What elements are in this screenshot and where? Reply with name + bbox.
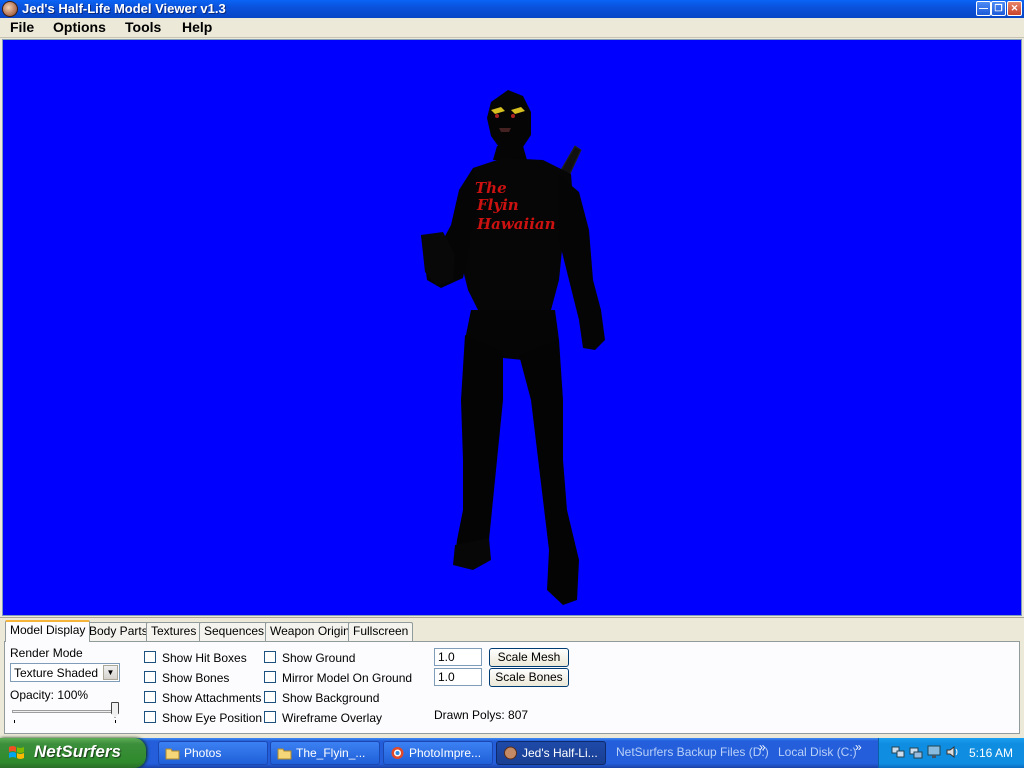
system-tray: 5:16 AM: [878, 738, 1024, 768]
photoimpression-icon: [391, 747, 404, 759]
show-bones-checkbox[interactable]: [144, 671, 156, 683]
close-button[interactable]: ✕: [1007, 1, 1022, 16]
maximize-button[interactable]: ❐: [991, 1, 1006, 16]
task-photoimpression[interactable]: PhotoImpre...: [383, 741, 493, 765]
task-flyin-folder[interactable]: The_Flyin_...: [270, 741, 380, 765]
shirt-text-flyin: Flyin: [476, 196, 519, 214]
show-ground-checkbox[interactable]: [264, 651, 276, 663]
speaker-icon[interactable]: [945, 745, 959, 759]
shirt-text-the: The: [475, 179, 507, 197]
toolbar-backup-drive[interactable]: NetSurfers Backup Files (D:): [616, 745, 769, 759]
show-attachments-checkbox[interactable]: [144, 691, 156, 703]
menu-help[interactable]: Help: [182, 19, 212, 36]
show-eye-position-checkbox[interactable]: [144, 711, 156, 723]
tab-body-parts[interactable]: Body Parts: [84, 622, 153, 641]
menu-tools[interactable]: Tools: [125, 19, 161, 36]
menu-options[interactable]: Options: [53, 19, 106, 36]
task-photos[interactable]: Photos: [158, 741, 268, 765]
folder-icon: [165, 748, 180, 760]
task-label: PhotoImpre...: [409, 746, 482, 760]
task-label: Photos: [184, 746, 222, 760]
show-attachments-label: Show Attachments: [162, 691, 262, 705]
opacity-label: Opacity: 100%: [10, 688, 89, 702]
task-label: Jed's Half-Li...: [522, 746, 598, 760]
drawn-polys-readout: Drawn Polys: 807: [434, 708, 529, 722]
scale-mesh-button[interactable]: Scale Mesh: [489, 648, 569, 667]
model-render: The Flyin Hawaiian: [421, 90, 605, 605]
tab-sequences[interactable]: Sequences: [199, 622, 270, 641]
start-label: NetSurfers: [34, 742, 121, 761]
network-icon[interactable]: [909, 745, 923, 759]
app-face-icon: [504, 746, 517, 760]
chevron-down-icon[interactable]: ▼: [103, 665, 118, 680]
windows-flag-icon: [9, 746, 24, 759]
slider-tick: [14, 720, 15, 723]
menu-bar: File Options Tools Help: [0, 18, 1024, 38]
show-hit-boxes-label: Show Hit Boxes: [162, 651, 247, 665]
render-mode-label: Render Mode: [10, 646, 83, 660]
toolbar-chevron-icon[interactable]: »: [759, 741, 766, 753]
app-face-icon[interactable]: [2, 1, 18, 17]
task-label: The_Flyin_...: [296, 746, 366, 760]
toolbar-local-disk[interactable]: Local Disk (C:): [778, 745, 857, 759]
scale-mesh-input[interactable]: [434, 648, 482, 666]
show-background-checkbox[interactable]: [264, 691, 276, 703]
folder-icon: [277, 748, 292, 760]
window-title: Jed's Half-Life Model Viewer v1.3: [22, 1, 226, 16]
shirt-text-hawaiian: Hawaiian: [476, 215, 556, 233]
taskbar: NetSurfers Photos The_Flyin_... PhotoImp…: [0, 738, 1024, 768]
opacity-slider-track[interactable]: [12, 710, 116, 713]
mirror-model-checkbox[interactable]: [264, 671, 276, 683]
show-bones-label: Show Bones: [162, 671, 230, 685]
model-viewport[interactable]: The Flyin Hawaiian: [2, 39, 1022, 616]
render-mode-select[interactable]: Texture Shaded ▼: [10, 663, 120, 682]
task-model-viewer[interactable]: Jed's Half-Li...: [496, 741, 606, 765]
scale-bones-button[interactable]: Scale Bones: [489, 668, 569, 687]
slider-tick: [115, 720, 116, 723]
render-mode-value: Texture Shaded: [14, 666, 99, 680]
tab-fullscreen[interactable]: Fullscreen: [348, 622, 414, 641]
minimize-button[interactable]: —: [976, 1, 991, 16]
show-eye-position-label: Show Eye Position: [162, 711, 263, 725]
wireframe-overlay-checkbox[interactable]: [264, 711, 276, 723]
show-ground-label: Show Ground: [282, 651, 356, 665]
character-model: [421, 90, 605, 605]
menu-file[interactable]: File: [10, 19, 34, 36]
network-icon[interactable]: [891, 745, 905, 759]
wireframe-overlay-label: Wireframe Overlay: [282, 711, 383, 725]
mirror-model-label: Mirror Model On Ground: [282, 671, 413, 685]
show-background-label: Show Background: [282, 691, 380, 705]
title-bar: Jed's Half-Life Model Viewer v1.3 — ❐ ✕: [0, 0, 1024, 18]
control-panel: Model Display Body Parts Textures Sequen…: [0, 617, 1024, 737]
tab-textures[interactable]: Textures: [146, 622, 202, 641]
scale-bones-input[interactable]: [434, 668, 482, 686]
tab-weapon-origin[interactable]: Weapon Origin: [265, 622, 355, 641]
tab-model-display[interactable]: Model Display: [5, 620, 91, 642]
clock[interactable]: 5:16 AM: [969, 746, 1013, 760]
show-hit-boxes-checkbox[interactable]: [144, 651, 156, 663]
monitor-icon[interactable]: [927, 745, 941, 759]
toolbar-chevron-icon[interactable]: »: [855, 741, 862, 753]
start-button[interactable]: NetSurfers: [0, 738, 146, 768]
